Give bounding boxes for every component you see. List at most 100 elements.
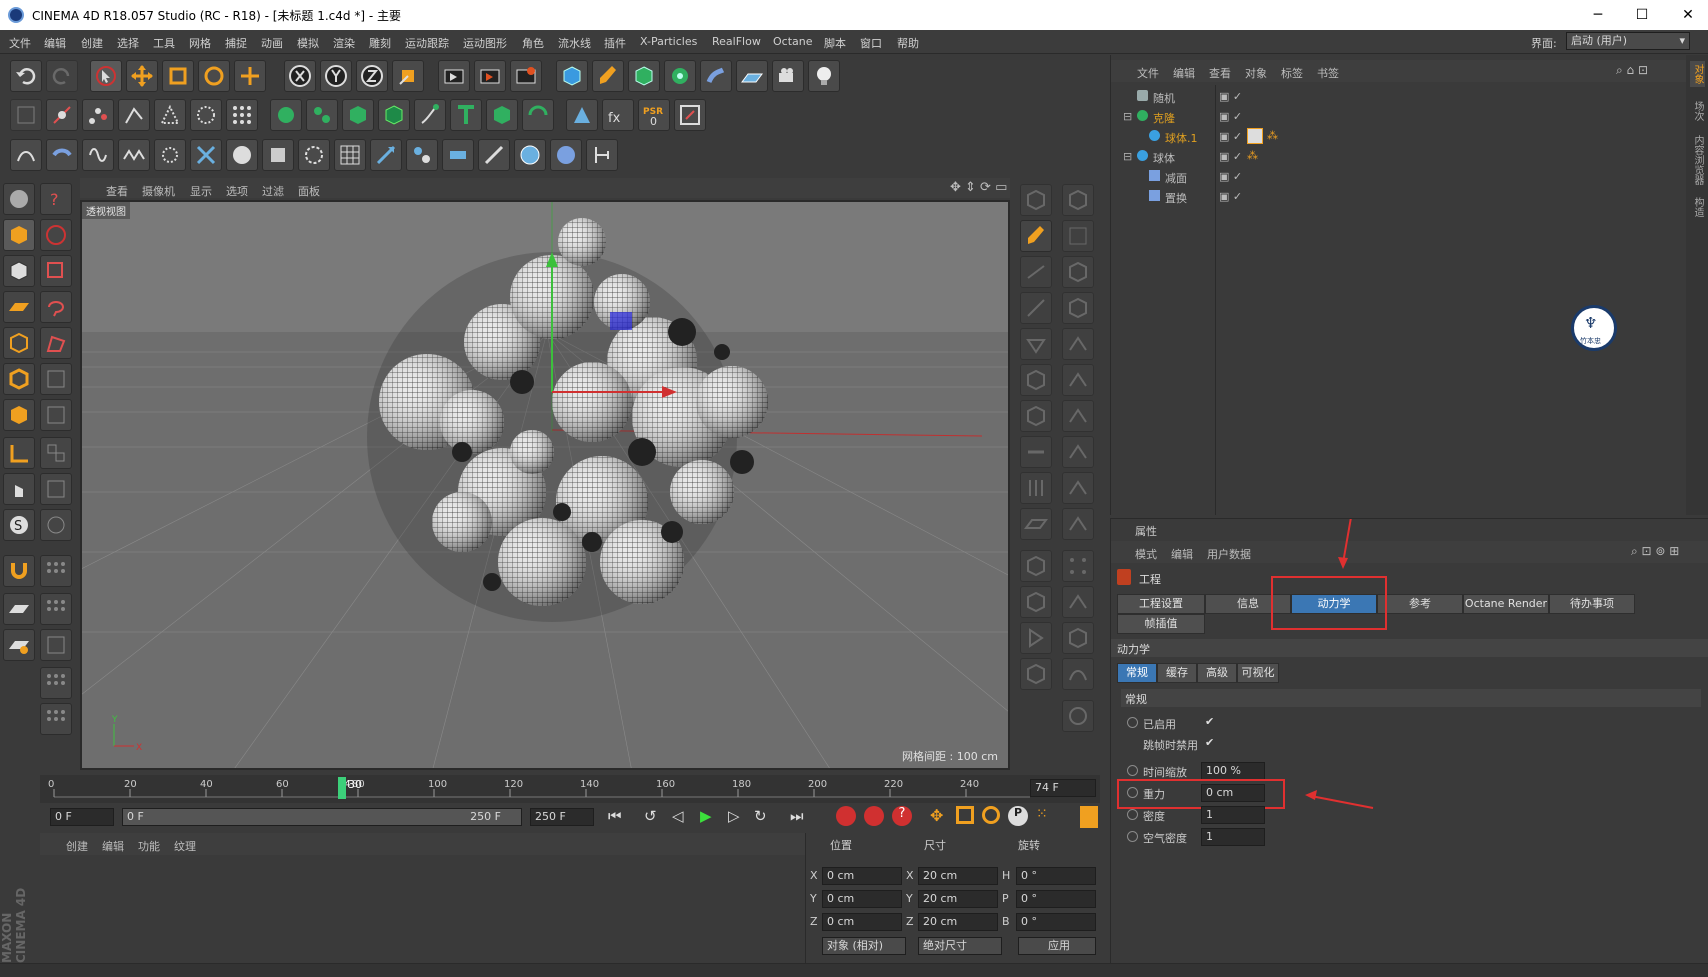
object-menu-bookmarks[interactable]: 书签 bbox=[1317, 65, 1339, 81]
material-menu-edit[interactable]: 编辑 bbox=[102, 838, 124, 854]
deform-tool-9-icon[interactable] bbox=[1062, 328, 1094, 360]
coordinate-system-button[interactable] bbox=[392, 60, 424, 92]
light-button[interactable] bbox=[808, 60, 840, 92]
deform-tool-20-icon[interactable] bbox=[1020, 550, 1052, 582]
grid-dots-4-icon[interactable] bbox=[40, 703, 72, 735]
live-selection-button[interactable] bbox=[90, 60, 122, 92]
render-picture-viewer-button[interactable] bbox=[474, 60, 506, 92]
formula-effector-button[interactable]: fx bbox=[602, 99, 634, 131]
menu-file[interactable]: 文件 bbox=[9, 35, 31, 51]
text-object-button[interactable] bbox=[450, 99, 482, 131]
menu-edit[interactable]: 编辑 bbox=[44, 35, 66, 51]
xp-tool-3-button[interactable] bbox=[478, 139, 510, 171]
timeline-ruler[interactable]: 02040608010012014016018020022024074 30 7… bbox=[40, 775, 1100, 803]
deformer-button[interactable] bbox=[700, 60, 732, 92]
material-menu-create[interactable]: 创建 bbox=[66, 838, 88, 854]
mograph-tool-5-button[interactable] bbox=[414, 99, 446, 131]
key-rotation-button[interactable] bbox=[982, 806, 1000, 824]
deform-tool-6-icon[interactable] bbox=[1020, 292, 1052, 324]
mograph-tool-4-button[interactable] bbox=[378, 99, 410, 131]
xp-tool-2-button[interactable] bbox=[442, 139, 474, 171]
snap-tool-3-icon[interactable] bbox=[40, 437, 72, 469]
prev-key-button[interactable]: ↺ bbox=[644, 807, 657, 825]
apply-button[interactable]: 应用 bbox=[1018, 937, 1096, 955]
deform-tool-10-icon[interactable] bbox=[1020, 364, 1052, 396]
menu-help[interactable]: 帮助 bbox=[897, 35, 919, 51]
position-x-field[interactable]: 0 cm bbox=[822, 867, 902, 885]
object-toggle-icon[interactable]: ▣ ✓ bbox=[1219, 130, 1242, 143]
help-icon[interactable]: ? bbox=[40, 183, 72, 215]
play-button[interactable]: ▶ bbox=[700, 807, 712, 825]
polygons-mode-icon[interactable] bbox=[3, 399, 35, 431]
deform-tool-26-icon[interactable] bbox=[1020, 658, 1052, 690]
deform-tool-5-icon[interactable] bbox=[1062, 256, 1094, 288]
timeline-playhead[interactable] bbox=[338, 777, 346, 799]
deform-tool-13-icon[interactable] bbox=[1062, 400, 1094, 432]
z-axis-lock-button[interactable] bbox=[356, 60, 388, 92]
move-tool-button[interactable] bbox=[126, 60, 158, 92]
expand-icon[interactable]: ⊟ bbox=[1123, 110, 1132, 123]
dynamics-tag-icon[interactable] bbox=[1247, 128, 1263, 144]
deform-tool-15-icon[interactable] bbox=[1062, 436, 1094, 468]
menu-plugins[interactable]: 插件 bbox=[604, 35, 626, 51]
deform-tool-17-icon[interactable] bbox=[1062, 472, 1094, 504]
spline-wrap-button[interactable] bbox=[522, 99, 554, 131]
deform-tool-3-icon[interactable] bbox=[1062, 220, 1094, 252]
key-scale-button[interactable] bbox=[956, 806, 974, 824]
points-mode-button[interactable] bbox=[82, 99, 114, 131]
effector-button[interactable] bbox=[566, 99, 598, 131]
polygon-selection-icon[interactable] bbox=[40, 327, 72, 359]
menu-realflow[interactable]: RealFlow bbox=[712, 35, 761, 48]
object-menu-edit[interactable]: 编辑 bbox=[1173, 65, 1195, 81]
material-menu-function[interactable]: 功能 bbox=[138, 838, 160, 854]
menu-x-particles[interactable]: X-Particles bbox=[640, 35, 697, 48]
redo-button[interactable] bbox=[46, 60, 78, 92]
spline-tool-2-button[interactable] bbox=[46, 139, 78, 171]
model-mode-icon[interactable] bbox=[3, 219, 35, 251]
expand-icon[interactable]: ⊟ bbox=[1123, 150, 1132, 163]
object-toggle-icon[interactable]: ▣ ✓ bbox=[1219, 110, 1242, 123]
size-z-field[interactable]: 20 cm bbox=[918, 913, 998, 931]
viewport-menu-options[interactable]: 选项 bbox=[226, 183, 248, 199]
snap-tool-6-icon[interactable] bbox=[40, 629, 72, 661]
rect-selection-icon[interactable] bbox=[40, 255, 72, 287]
coordinate-mode-dropdown[interactable]: 对象 (相对) bbox=[822, 937, 906, 955]
auto-key-button[interactable] bbox=[864, 806, 884, 826]
object-row-sphere-1[interactable]: 球体.1 ▣ ✓ ⁂ bbox=[1121, 127, 1676, 146]
object-toggle-icon[interactable]: ▣ ✓ bbox=[1219, 90, 1242, 103]
uv-mode-button[interactable] bbox=[190, 99, 222, 131]
floor-button[interactable] bbox=[736, 60, 768, 92]
spline-tool-4-button[interactable] bbox=[118, 139, 150, 171]
viewport-nav-icons[interactable]: ✥ ⇕ ⟳ ▭ bbox=[950, 180, 1007, 195]
mograph-tool-1-button[interactable] bbox=[270, 99, 302, 131]
menu-character[interactable]: 角色 bbox=[522, 35, 544, 51]
xp-tool-1-button[interactable] bbox=[406, 139, 438, 171]
snap-tool-1-icon[interactable] bbox=[40, 363, 72, 395]
transform-tool-button[interactable] bbox=[234, 60, 266, 92]
deform-tool-16-icon[interactable] bbox=[1020, 472, 1052, 504]
deform-tool-11-icon[interactable] bbox=[1062, 364, 1094, 396]
object-row-cloner[interactable]: ⊟ 克隆 ▣ ✓ bbox=[1121, 107, 1676, 126]
lock-workplane-icon[interactable] bbox=[3, 593, 35, 625]
cloner-button[interactable] bbox=[664, 60, 696, 92]
rotate-tool-button[interactable] bbox=[198, 60, 230, 92]
menu-tools[interactable]: 工具 bbox=[153, 35, 175, 51]
rotation-p-field[interactable]: 0 ° bbox=[1016, 890, 1096, 908]
menu-octane[interactable]: Octane bbox=[773, 35, 813, 48]
object-row-displacer[interactable]: 置换 ▣ ✓ bbox=[1121, 187, 1676, 206]
cube-object-button[interactable] bbox=[556, 60, 588, 92]
rotation-h-field[interactable]: 0 ° bbox=[1016, 867, 1096, 885]
deform-tool-1-icon[interactable] bbox=[1020, 184, 1052, 216]
timeline-end-field[interactable]: 74 F bbox=[1030, 779, 1096, 797]
polygons-mode-button[interactable] bbox=[154, 99, 186, 131]
menu-pipeline[interactable]: 流水线 bbox=[558, 35, 591, 51]
deform-tool-8-icon[interactable] bbox=[1020, 328, 1052, 360]
scale-tool-button[interactable] bbox=[162, 60, 194, 92]
record-button[interactable] bbox=[836, 806, 856, 826]
viewport-menu-display[interactable]: 显示 bbox=[190, 183, 212, 199]
object-row-polygon-reduction[interactable]: 减面 ▣ ✓ bbox=[1121, 167, 1676, 186]
viewport-menu-camera[interactable]: 摄像机 bbox=[142, 183, 175, 199]
xp-tool-6-button[interactable] bbox=[586, 139, 618, 171]
frame-range-slider[interactable]: 0 F 250 F bbox=[122, 808, 522, 826]
menu-sculpt[interactable]: 雕刻 bbox=[369, 35, 391, 51]
